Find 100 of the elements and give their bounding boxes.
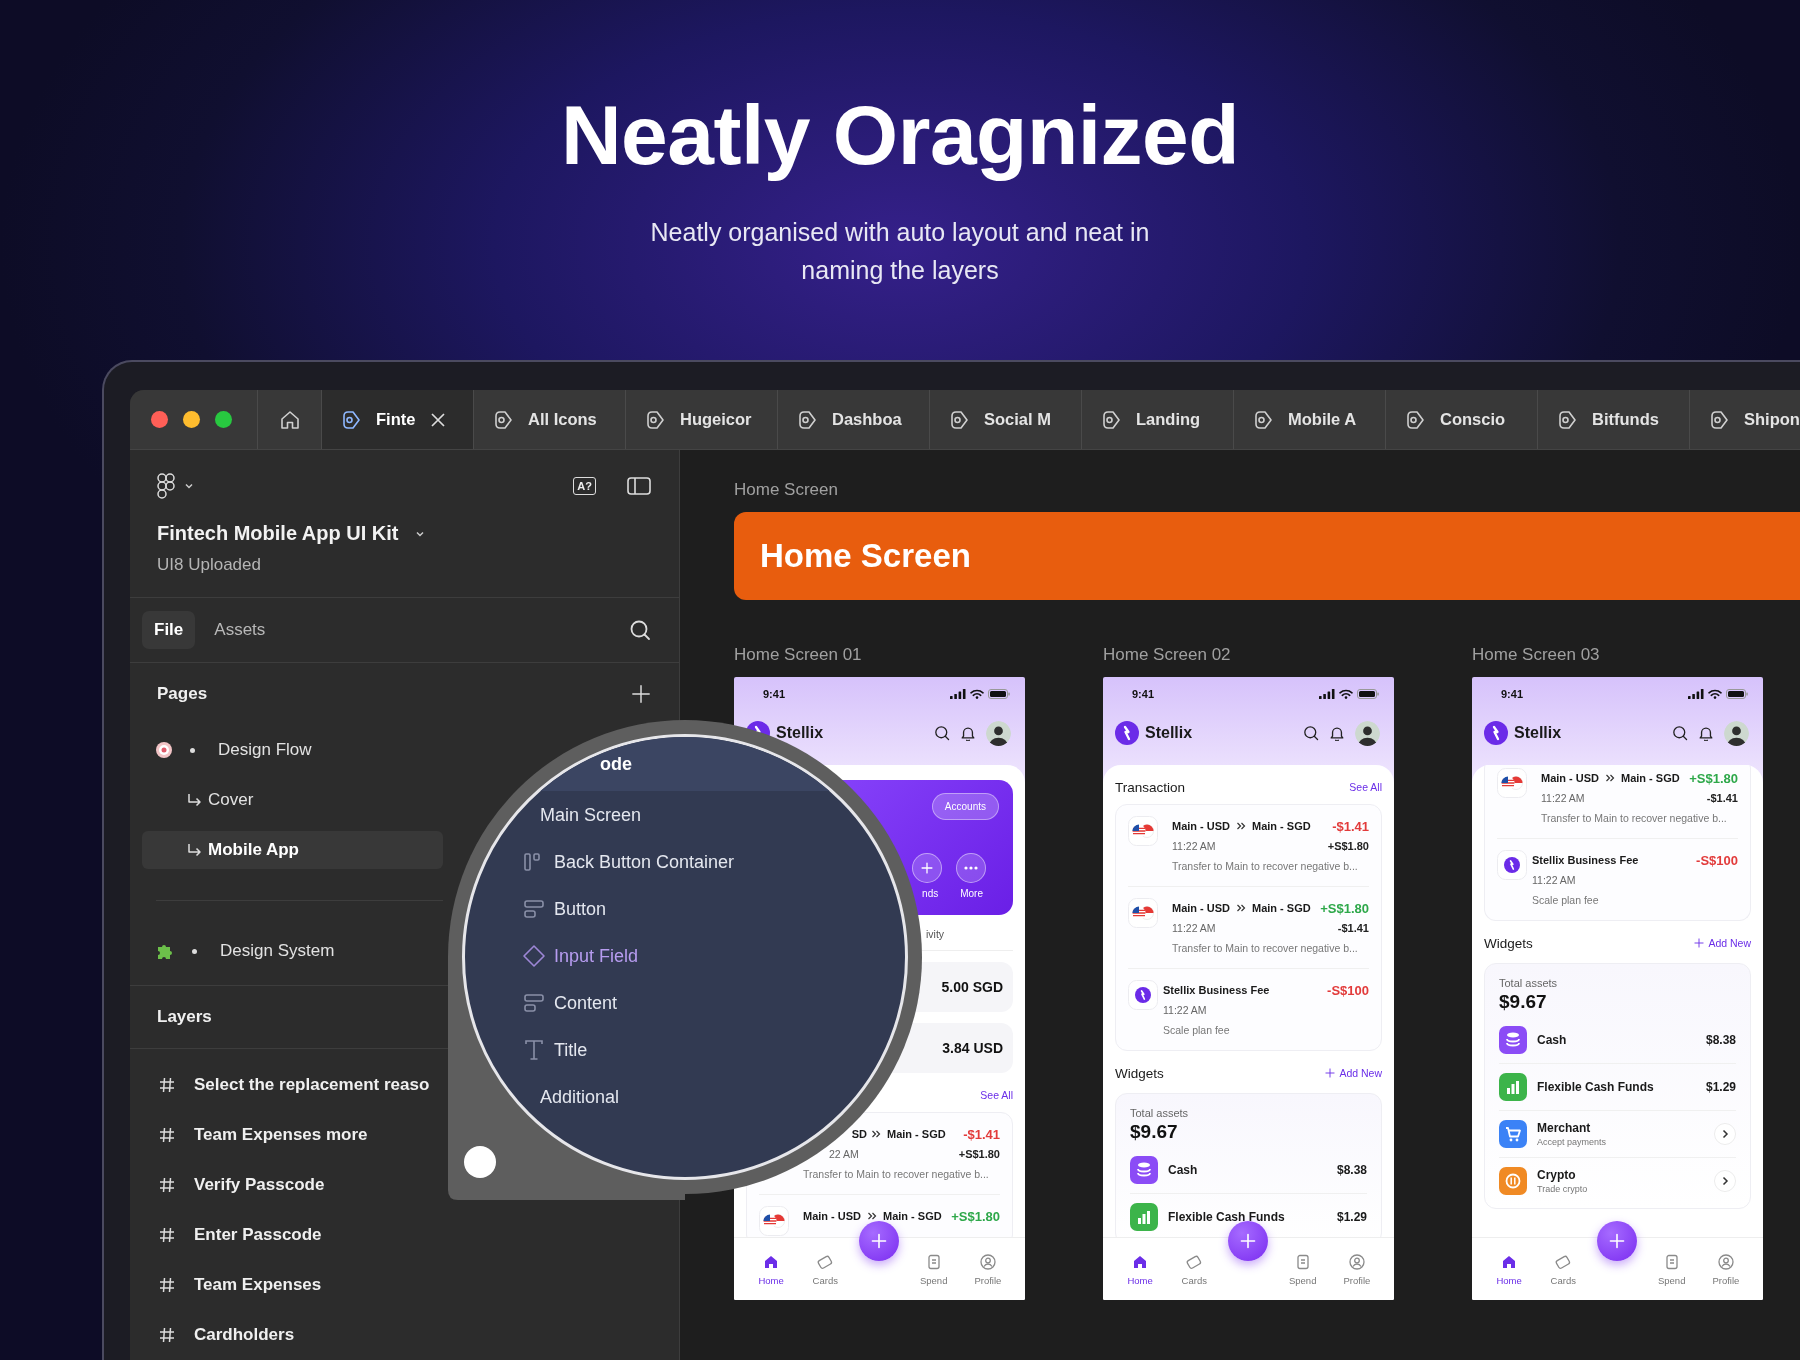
- target-icon: [155, 741, 173, 759]
- dots-icon: [964, 866, 978, 870]
- layer-item[interactable]: Select the replacement reaso: [130, 1060, 443, 1110]
- tag-icon: [1556, 408, 1578, 431]
- double-chevron-icon: [1605, 773, 1615, 783]
- document-tab[interactable]: Mobile A: [1234, 390, 1386, 449]
- nav-tab[interactable]: Home: [744, 1238, 799, 1300]
- file-subtitle: UI8 Uploaded: [157, 554, 261, 576]
- bullet-dot: [192, 948, 197, 954]
- close-window-button[interactable]: [151, 411, 168, 428]
- layer-item[interactable]: ode: [600, 752, 632, 776]
- page-subtitle: Neatly organised with auto layout and neat in naming the layers: [649, 217, 1151, 286]
- layer-item[interactable]: Team Expenses: [130, 1260, 443, 1310]
- widget-name: Merchant: [1537, 1121, 1592, 1135]
- wifi-icon: [970, 689, 984, 699]
- layer-item[interactable]: Enter Passcode: [130, 1210, 443, 1260]
- see-all-link[interactable]: See All: [1349, 781, 1382, 793]
- page-item[interactable]: Design Flow: [142, 731, 443, 769]
- converted-amount: -$1.41: [1706, 792, 1738, 804]
- search-icon[interactable]: [1672, 725, 1688, 741]
- document-tab[interactable]: Conscio: [1386, 390, 1538, 449]
- document-tab[interactable]: Social M: [930, 390, 1082, 449]
- document-tab[interactable]: Bitfunds: [1538, 390, 1690, 449]
- transaction-title: Stellix Business Fee: [1532, 854, 1639, 866]
- tab-label[interactable]: ivity: [926, 928, 945, 940]
- add-new-link[interactable]: Add New: [1694, 937, 1751, 949]
- profile-icon: [978, 1253, 997, 1271]
- search-icon[interactable]: [629, 619, 651, 641]
- main-menu-button[interactable]: [157, 473, 195, 499]
- logo-icon: [1128, 980, 1158, 1010]
- chevron-icon[interactable]: [1714, 1170, 1736, 1192]
- bell-icon[interactable]: [1698, 725, 1714, 741]
- bell-icon[interactable]: [960, 725, 976, 741]
- nav-tab[interactable]: Profile: [960, 1238, 1015, 1300]
- logo-icon: [1497, 850, 1527, 880]
- battery-icon: [1726, 689, 1748, 699]
- home-icon[interactable]: [278, 408, 301, 431]
- accounts-button[interactable]: Accounts: [931, 793, 999, 820]
- page-item[interactable]: Design System: [142, 932, 443, 970]
- nav-tab[interactable]: Cards: [1167, 1238, 1222, 1300]
- nav-tab[interactable]: Spend: [1275, 1238, 1330, 1300]
- bell-icon[interactable]: [1329, 725, 1345, 741]
- document-tab[interactable]: Landing: [1082, 390, 1234, 449]
- plus-icon: [1609, 1233, 1625, 1249]
- chevron-icon[interactable]: [1714, 1123, 1736, 1145]
- assist-button[interactable]: A?: [573, 477, 596, 495]
- more-button[interactable]: [956, 853, 986, 883]
- add-button[interactable]: [912, 853, 942, 883]
- battery-icon: [1357, 689, 1379, 699]
- layer-item[interactable]: Content: [521, 989, 618, 1016]
- nav-tab[interactable]: Spend: [906, 1238, 961, 1300]
- add-new-link[interactable]: Add New: [1325, 1067, 1382, 1079]
- nav-tab[interactable]: Profile: [1329, 1238, 1384, 1300]
- layer-item[interactable]: Verify Passcode: [130, 1160, 443, 1210]
- account-name: Main - SGD: [887, 1128, 946, 1140]
- document-tab[interactable]: Shipon: [1690, 390, 1800, 449]
- layer-item[interactable]: Back Button Container: [521, 848, 735, 875]
- avatar[interactable]: [1355, 720, 1380, 746]
- zoom-window-button[interactable]: [215, 411, 232, 428]
- file-name[interactable]: Fintech Mobile App UI Kit: [157, 522, 399, 545]
- nav-tab[interactable]: Home: [1482, 1238, 1537, 1300]
- nav-tab[interactable]: Profile: [1698, 1238, 1753, 1300]
- page-item[interactable]: Mobile App: [142, 831, 443, 869]
- sidebar-icon[interactable]: [627, 476, 651, 496]
- layer-item[interactable]: Title: [521, 1036, 588, 1063]
- panel-tab[interactable]: File: [142, 611, 196, 649]
- layer-item[interactable]: Team Expenses more: [130, 1110, 443, 1160]
- layer-item[interactable]: Main Screen: [540, 802, 642, 827]
- widget-subtitle: Accept payments: [1537, 1137, 1607, 1147]
- transaction-note: Transfer to Main to recover negative b...: [803, 1168, 989, 1180]
- close-icon[interactable]: [429, 410, 448, 429]
- handle-knob: [464, 1146, 496, 1178]
- return-arrow-icon: [186, 792, 202, 808]
- nav-tab[interactable]: Spend: [1644, 1238, 1699, 1300]
- document-tab[interactable]: Finte: [322, 390, 474, 449]
- document-tab[interactable]: Hugeicor: [626, 390, 778, 449]
- coin-icon: [1499, 1167, 1527, 1195]
- avatar[interactable]: [986, 720, 1011, 746]
- avatar[interactable]: [1724, 720, 1749, 746]
- transaction-time: 22 AM: [828, 1148, 859, 1160]
- nav-tab[interactable]: Cards: [1536, 1238, 1591, 1300]
- wifi-icon: [1708, 689, 1722, 699]
- nav-tab[interactable]: Home: [1113, 1238, 1168, 1300]
- see-all-link[interactable]: See All: [980, 1089, 1013, 1101]
- plus-icon: [871, 1233, 887, 1249]
- signal-icon: [1688, 689, 1704, 699]
- card-icon: [1185, 1253, 1204, 1271]
- transaction-title: Stellix Business Fee: [1163, 984, 1270, 996]
- document-tab[interactable]: Dashboa: [778, 390, 930, 449]
- page-item[interactable]: Cover: [142, 781, 443, 819]
- document-tab[interactable]: All Icons: [474, 390, 626, 449]
- minimize-window-button[interactable]: [183, 411, 200, 428]
- nav-tab[interactable]: Cards: [798, 1238, 853, 1300]
- layer-item[interactable]: Additional: [540, 1084, 620, 1109]
- search-icon[interactable]: [1303, 725, 1319, 741]
- layer-item[interactable]: Button: [521, 895, 607, 922]
- layer-item[interactable]: Input Field: [521, 942, 639, 969]
- search-icon[interactable]: [934, 725, 950, 741]
- layer-item[interactable]: Cardholders: [130, 1310, 443, 1360]
- panel-tab[interactable]: Assets: [202, 611, 278, 649]
